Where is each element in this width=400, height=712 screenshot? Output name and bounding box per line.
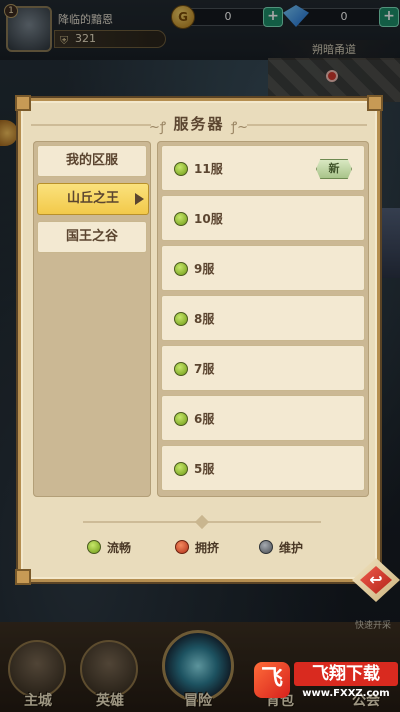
return-arrow-icon: ↩ [360,566,392,594]
server-name: 9服 [194,262,215,276]
status-smooth-icon [174,412,188,426]
legend-label: 拥挤 [195,541,220,555]
status-crowded-icon [175,540,189,554]
server-name: 8服 [194,312,215,326]
server-row[interactable]: 5服 [161,445,365,491]
corner-ornament [15,95,31,111]
server-name: 6服 [194,412,215,426]
legend-label: 流畅 [107,541,132,555]
region-item-kings-valley[interactable]: 国王之谷 [37,221,147,253]
region-item-mountain-king[interactable]: 山丘之王 [37,183,149,215]
server-row[interactable]: 11服 新 [161,145,365,191]
server-name: 11服 [194,162,223,176]
server-name: 10服 [194,212,223,226]
corner-ornament [367,95,383,111]
legend-label: 维护 [279,541,304,555]
dialog-header: ~ꝭ 服务器 ꝭ~ [31,109,367,139]
region-list: 我的区服 山丘之王 国王之谷 [33,141,151,497]
watermark-brand: 飞翔下载 [294,662,398,686]
watermark-logo-icon: 飞 [254,662,290,698]
status-smooth-icon [174,462,188,476]
site-watermark: 飞 飞翔下载 www.FXXZ.com [254,660,400,710]
status-smooth-icon [174,262,188,276]
server-list: 11服 新 10服 9服 8服 7服 6服 5服 [157,141,369,497]
server-name: 5服 [194,462,215,476]
server-row[interactable]: 7服 [161,345,365,391]
scroll-ornament-icon: ꝭ~ [231,120,249,135]
region-label: 山丘之王 [66,191,119,206]
status-smooth-icon [174,362,188,376]
server-row[interactable]: 8服 [161,295,365,341]
status-smooth-icon [174,312,188,326]
status-smooth-icon [174,212,188,226]
new-badge: 新 [316,159,352,179]
server-row[interactable]: 9服 [161,245,365,291]
region-item-my-servers[interactable]: 我的区服 [37,145,147,177]
corner-ornament [15,569,31,585]
status-maintenance-icon [259,540,273,554]
server-select-dialog: ~ꝭ 服务器 ꝭ~ 我的区服 山丘之王 国王之谷 11服 新 10服 9服 8服 [15,95,383,585]
server-row[interactable]: 10服 [161,195,365,241]
watermark-url: www.FXXZ.com [302,688,390,699]
title-divider [247,124,367,126]
status-smooth-icon [174,162,188,176]
divider-ornament-icon [194,514,210,530]
server-row[interactable]: 6服 [161,395,365,441]
server-name: 7服 [194,362,215,376]
selected-arrow-icon [135,193,144,205]
status-smooth-icon [87,540,101,554]
